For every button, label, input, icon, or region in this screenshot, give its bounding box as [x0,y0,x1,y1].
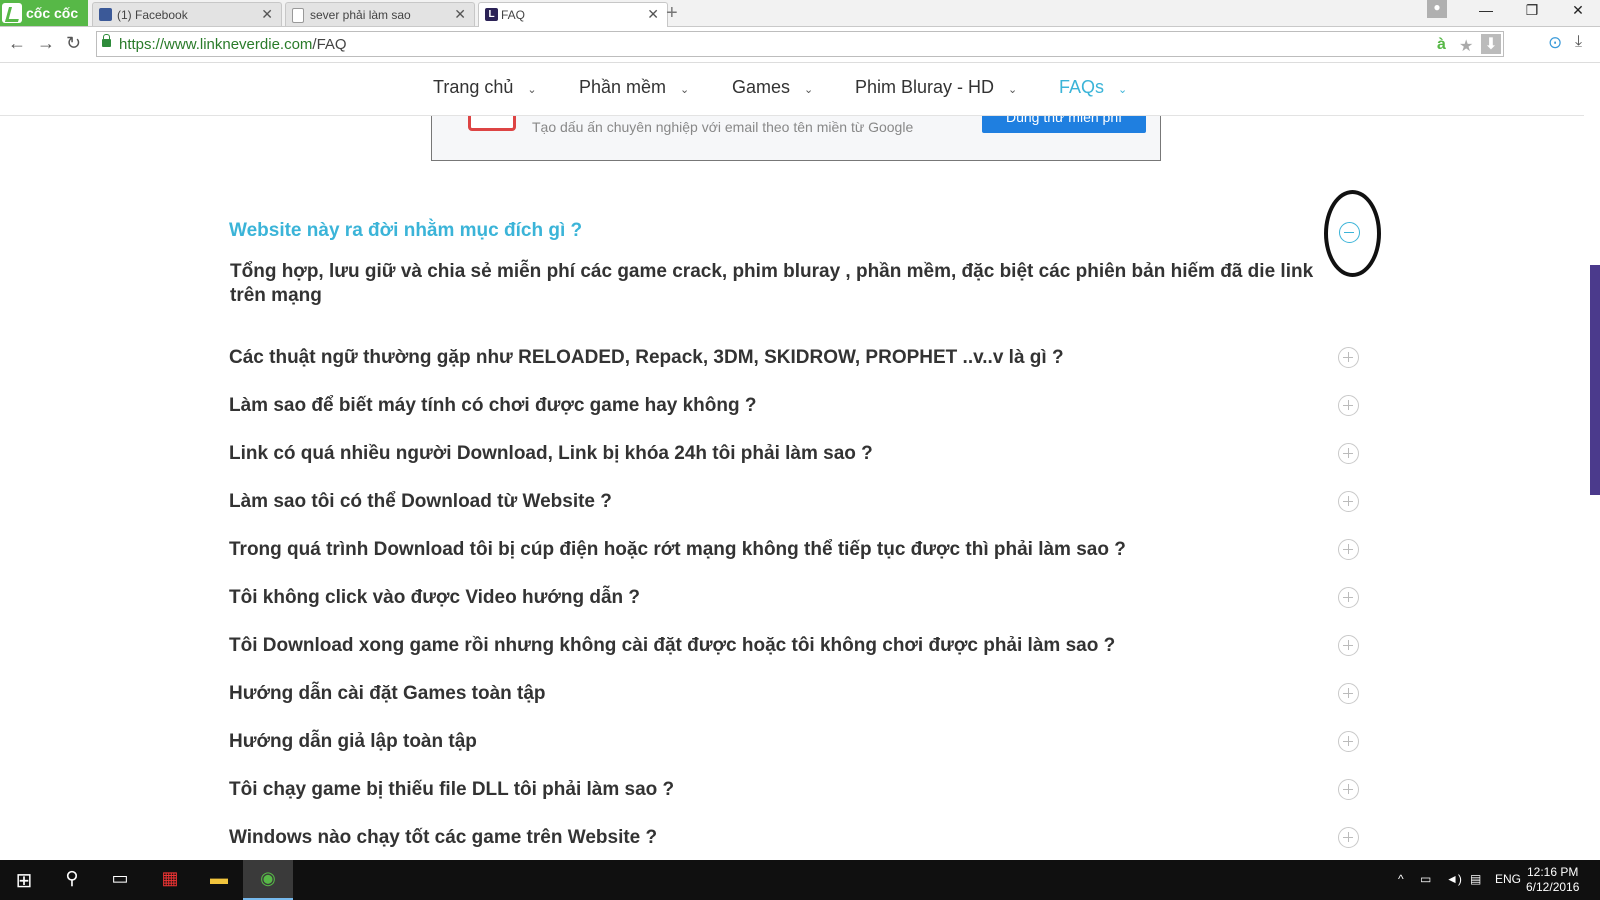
url-input[interactable]: https://www.linkneverdie.com/FAQ à ★ ⬇ [96,31,1504,57]
faq-answer: Tổng hợp, lưu giữ và chia sẻ miễn phí cá… [230,261,1314,306]
tab-title: sever phải làm sao [310,8,411,22]
faq-question[interactable]: Tôi không click vào được Video hướng dẫn… [229,587,640,609]
ad-text: Tạo dấu ấn chuyên nghiệp với email theo … [532,119,914,135]
nav-item-faqs[interactable]: FAQs ⌄ [1059,77,1127,98]
clock-time: 12:16 PM [1527,865,1579,879]
expand-plus-icon[interactable] [1338,731,1359,752]
profile-icon[interactable]: ● [1427,0,1447,18]
faq-question[interactable]: Hướng dẫn cài đặt Games toàn tập [229,683,546,705]
expand-plus-icon[interactable] [1338,539,1359,560]
chevron-down-icon: ⌄ [1118,84,1128,96]
expand-plus-icon[interactable] [1338,683,1359,704]
page-icon [292,8,304,23]
back-icon[interactable]: ← [8,33,26,54]
chevron-down-icon: ⌄ [1008,84,1018,96]
url-host: www.linkneverdie.com [164,36,313,53]
nav-label: Phim Bluray - HD [855,77,995,97]
extension-icon[interactable]: ⊙ [1548,33,1562,53]
chevron-down-icon: ⌄ [680,84,690,96]
downloads-icon[interactable]: ⤓ [1575,33,1582,51]
facebook-icon [99,8,112,21]
faq-question[interactable]: Các thuật ngữ thường gặp như RELOADED, R… [229,347,1064,369]
coccoc-logo-icon [2,3,22,23]
linkneverdie-icon: L [485,8,498,21]
nav-item-trang-chu[interactable]: Trang chủ ⌄ [433,77,537,98]
tab-faq[interactable]: L FAQ ✕ [478,2,668,27]
tray-chevron-up-icon[interactable]: ^ [1398,872,1404,886]
expand-plus-icon[interactable] [1338,347,1359,368]
expand-plus-icon[interactable] [1338,827,1359,848]
clock-date: 6/12/2016 [1526,880,1580,894]
nav-label: Trang chủ [433,77,514,97]
coccoc-menu-button[interactable]: cốc cốc [0,0,88,26]
bookmark-star-icon[interactable]: ★ [1459,36,1473,56]
taskbar-coccoc-active[interactable]: ◉ [243,860,293,900]
language-indicator[interactable]: ENG [1495,872,1521,886]
nav-overlay: Trang chủ ⌄ Phần mềm ⌄ Games ⌄ Phim Bluray … [0,63,1584,116]
faq-question[interactable]: Windows nào chạy tốt các game trên Websi… [229,827,657,849]
reload-icon[interactable]: ↻ [66,33,81,54]
faq-question[interactable]: Làm sao để biết máy tính có chơi được ga… [229,395,757,417]
close-tab-icon[interactable]: ✕ [647,6,659,23]
secure-lock-icon [102,34,111,47]
faq-question-open[interactable]: Website này ra đời nhằm mục đích gì ? [229,220,582,242]
expand-plus-icon[interactable] [1338,587,1359,608]
browser-brand: cốc cốc [26,5,79,21]
close-window-icon[interactable]: ✕ [1562,2,1594,19]
nav-item-games[interactable]: Games ⌄ [732,77,813,98]
url-text: https://www.linkneverdie.com/FAQ [119,36,347,53]
expand-plus-icon[interactable] [1338,443,1359,464]
expand-plus-icon[interactable] [1338,395,1359,416]
scrollbar-thumb[interactable] [1590,265,1600,495]
url-path: /FAQ [312,36,347,53]
chevron-down-icon: ⌄ [804,84,814,96]
url-scheme: https:// [119,36,165,53]
coccoc-taskbar-icon: ◉ [260,868,276,888]
network-icon[interactable]: ▭ [1420,872,1431,886]
windows-taskbar: ⊞ ⚲ ▭ ▦ ▬ ◉ ^ ▭ ◄) ▤ ENG 12:16 PM 6/12/2… [0,860,1600,900]
task-view-icon[interactable]: ▭ [105,868,135,889]
tab-title: (1) Facebook [117,8,188,22]
store-icon[interactable]: ▦ [155,868,185,889]
nav-label: Phần mềm [579,77,667,97]
faq-question[interactable]: Tôi Download xong game rồi nhưng không c… [229,635,1115,657]
faq-question[interactable]: Trong quá trình Download tôi bị cúp điện… [229,539,1126,561]
download-media-icon[interactable]: ⬇ [1481,34,1501,54]
file-explorer-icon[interactable]: ▬ [204,868,234,889]
address-bar-row: ← → ↻ https://www.linkneverdie.com/FAQ à… [0,27,1600,63]
volume-icon[interactable]: ◄) [1446,872,1462,886]
restore-icon[interactable]: ❐ [1516,2,1548,19]
tab-title: FAQ [501,8,526,22]
faq-question[interactable]: Link có quá nhiều người Download, Link b… [229,443,873,465]
close-tab-icon[interactable]: ✕ [454,6,466,23]
windows-start-icon[interactable]: ⊞ [9,868,39,893]
coccoc-dictionary-icon[interactable]: à [1437,36,1446,54]
tab-sever[interactable]: sever phải làm sao ✕ [285,2,475,26]
expand-plus-icon[interactable] [1338,491,1359,512]
nav-label: FAQs [1059,77,1105,97]
search-icon[interactable]: ⚲ [57,868,87,889]
expand-plus-icon[interactable] [1338,779,1359,800]
faq-question[interactable]: Tôi chạy game bị thiếu file DLL tôi phải… [229,779,674,801]
faq-question[interactable]: Hướng dẫn giả lập toàn tập [229,731,477,753]
tab-facebook[interactable]: (1) Facebook ✕ [92,2,282,26]
minimize-icon[interactable]: — [1470,2,1502,18]
forward-icon[interactable]: → [37,33,55,54]
system-clock[interactable]: 12:16 PM 6/12/2016 [1526,865,1579,895]
chevron-down-icon: ⌄ [527,84,537,96]
action-center-icon[interactable]: ▤ [1470,872,1481,886]
nav-label: Games [732,77,791,97]
faq-question[interactable]: Làm sao tôi có thể Download từ Website ? [229,491,612,513]
tab-bar: cốc cốc (1) Facebook ✕ sever phải làm sa… [0,0,1600,27]
expand-plus-icon[interactable] [1338,635,1359,656]
new-tab-icon[interactable]: + [666,2,678,25]
nav-item-phim-bluray[interactable]: Phim Bluray - HD ⌄ [855,77,1017,98]
nav-item-phan-mem[interactable]: Phần mềm ⌄ [579,77,689,98]
close-tab-icon[interactable]: ✕ [261,6,273,23]
